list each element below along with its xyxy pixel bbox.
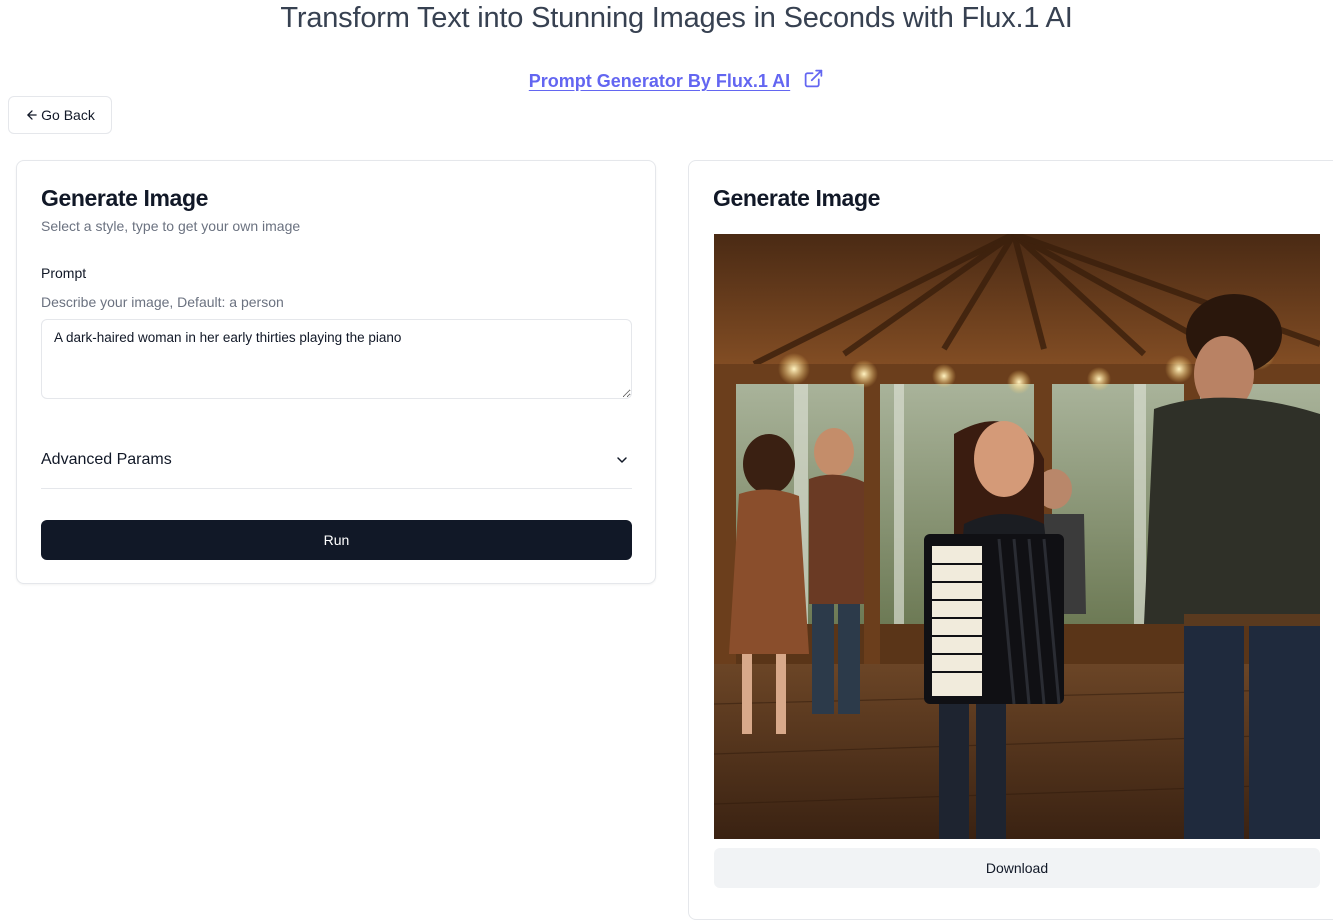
page-title: Transform Text into Stunning Images in S… bbox=[280, 2, 1073, 34]
generated-image bbox=[714, 234, 1320, 839]
generate-form-card: Generate Image Select a style, type to g… bbox=[16, 160, 656, 584]
chevron-down-icon bbox=[614, 452, 630, 468]
go-back-label: Go Back bbox=[41, 107, 95, 123]
form-title: Generate Image bbox=[41, 185, 208, 211]
go-back-button[interactable]: Go Back bbox=[8, 96, 112, 134]
advanced-params-toggle[interactable]: Advanced Params bbox=[41, 437, 632, 489]
form-description: Select a style, type to get your own ima… bbox=[41, 218, 301, 234]
run-button[interactable]: Run bbox=[41, 520, 632, 560]
prompt-generator-link-row: Prompt Generator By Flux.1 AI bbox=[0, 68, 1333, 94]
result-card: Generate Image Download bbox=[688, 160, 1333, 920]
arrow-left-icon bbox=[25, 108, 39, 122]
prompt-textarea[interactable]: A dark-haired woman in her early thirtie… bbox=[41, 319, 632, 399]
result-title: Generate Image bbox=[713, 185, 880, 211]
download-button[interactable]: Download bbox=[714, 848, 1320, 888]
external-link-icon[interactable] bbox=[803, 68, 824, 94]
prompt-generator-link[interactable]: Prompt Generator By Flux.1 AI bbox=[529, 71, 790, 91]
prompt-label: Prompt bbox=[41, 265, 87, 281]
prompt-help-text: Describe your image, Default: a person bbox=[41, 294, 284, 310]
advanced-params-label: Advanced Params bbox=[41, 450, 172, 468]
